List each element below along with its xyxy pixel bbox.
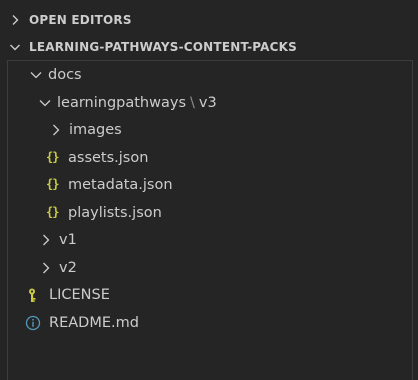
tree-item-docs[interactable]: docs: [8, 61, 412, 88]
tree-item-label: learningpathways: [57, 94, 186, 111]
tree-item-readme[interactable]: README.md: [8, 309, 412, 336]
json-file-icon: {}: [46, 176, 59, 191]
project-folder-label: LEARNING-PATHWAYS-CONTENT-PACKS: [29, 39, 297, 54]
tree-item-v1[interactable]: v1: [8, 226, 412, 253]
tree-item-label: v1: [59, 231, 77, 248]
open-editors-header[interactable]: OPEN EDITORS: [0, 6, 418, 33]
path-separator: \: [190, 94, 195, 111]
tree-item-playlists-json[interactable]: {} playlists.json: [8, 199, 412, 226]
tree-item-label: README.md: [49, 314, 139, 331]
tree-item-sublabel: v3: [198, 94, 217, 111]
tree-item-label: LICENSE: [49, 286, 110, 303]
file-tree: docs learningpathways \ v3 images {} ass…: [7, 60, 413, 380]
chevron-right-icon: [53, 124, 60, 135]
chevron-down-icon: [30, 71, 42, 78]
chevron-right-icon: [12, 14, 19, 25]
tree-item-label: assets.json: [68, 149, 149, 166]
tree-item-label: v2: [59, 259, 77, 276]
chevron-down-icon: [10, 44, 20, 50]
tree-item-label: docs: [48, 66, 82, 83]
license-key-icon: [29, 288, 36, 302]
tree-item-label: images: [69, 121, 122, 138]
open-editors-label: OPEN EDITORS: [29, 12, 132, 27]
tree-item-label: playlists.json: [68, 204, 162, 221]
json-file-icon: {}: [46, 204, 59, 219]
tree-item-learningpathways[interactable]: learningpathways \ v3: [8, 89, 412, 116]
tree-item-license[interactable]: LICENSE: [8, 281, 412, 308]
chevron-right-icon: [43, 234, 50, 245]
tree-item-label: metadata.json: [68, 176, 173, 193]
chevron-right-icon: [43, 262, 50, 273]
chevron-down-icon: [39, 99, 51, 106]
tree-item-assets-json[interactable]: {} assets.json: [8, 144, 412, 171]
info-icon: [25, 315, 41, 330]
tree-item-metadata-json[interactable]: {} metadata.json: [8, 171, 412, 198]
tree-item-images[interactable]: images: [8, 116, 412, 143]
tree-item-v2[interactable]: v2: [8, 254, 412, 281]
project-folder-header[interactable]: LEARNING-PATHWAYS-CONTENT-PACKS: [0, 33, 418, 60]
json-file-icon: {}: [46, 149, 59, 164]
